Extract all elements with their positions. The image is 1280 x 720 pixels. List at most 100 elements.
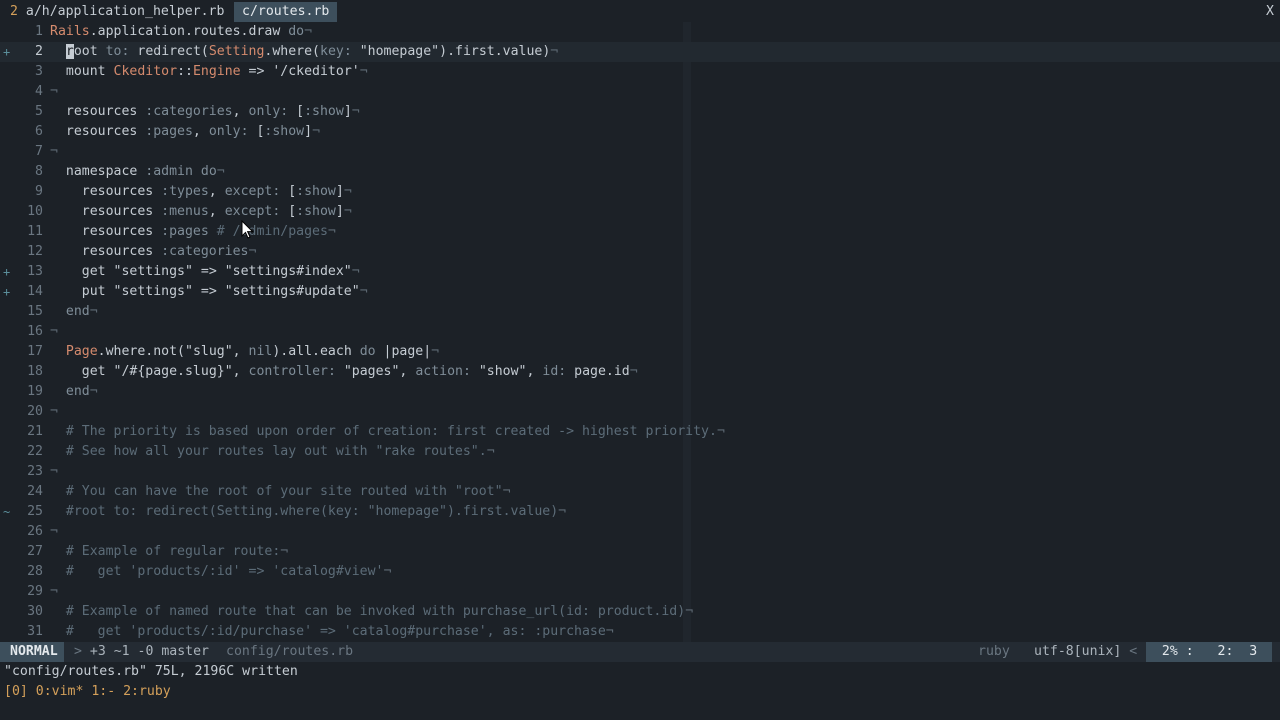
code-line[interactable]: 5 resources :categories, only: [:show]¬ (0, 102, 1280, 122)
code-line[interactable]: 23 ¬ (0, 462, 1280, 482)
code-line[interactable]: +14 put "settings" => "settings#update"¬ (0, 282, 1280, 302)
code-line[interactable]: 9 resources :types, except: [:show]¬ (0, 182, 1280, 202)
code-text[interactable]: ¬ (50, 142, 58, 162)
code-line[interactable]: ~25 #root to: redirect(Setting.where(key… (0, 502, 1280, 522)
code-text[interactable]: # Example of named route that can be inv… (50, 602, 693, 622)
code-line[interactable]: 11 resources :pages # /admin/pages¬ (0, 222, 1280, 242)
code-line[interactable]: 3 mount Ckeditor::Engine => '/ckeditor'¬ (0, 62, 1280, 82)
code-text[interactable]: # get 'products/:id/purchase' => 'catalo… (50, 622, 614, 642)
code-text[interactable]: ¬ (50, 522, 58, 542)
line-number: 14 (27, 284, 43, 299)
code-line[interactable]: 6 resources :pages, only: [:show]¬ (0, 122, 1280, 142)
code-text[interactable]: # The priority is based upon order of cr… (50, 422, 725, 442)
line-number: 17 (27, 344, 43, 359)
code-line[interactable]: 22 # See how all your routes lay out wit… (0, 442, 1280, 462)
line-number: 1 (35, 24, 43, 39)
line-number: 26 (27, 524, 43, 539)
cursor-position: 2% : 2: 3 (1146, 642, 1272, 662)
code-text[interactable]: ¬ (50, 462, 58, 482)
git-branch-info: +3 ~1 -0 master (89, 644, 209, 659)
separator-arrow: > (74, 644, 82, 659)
code-line[interactable]: +2 root to: redirect(Setting.where(key: … (0, 42, 1280, 62)
code-text[interactable]: # See how all your routes lay out with "… (50, 442, 495, 462)
code-line[interactable]: 30 # Example of named route that can be … (0, 602, 1280, 622)
code-text[interactable]: end¬ (50, 382, 98, 402)
code-line[interactable]: 17 Page.where.not("slug", nil).all.each … (0, 342, 1280, 362)
code-text[interactable]: ¬ (50, 582, 58, 602)
line-number: 4 (35, 84, 43, 99)
line-number: 21 (27, 424, 43, 439)
encoding-label: utf-8[unix] (1034, 644, 1122, 659)
line-number: 29 (27, 584, 43, 599)
code-text[interactable]: # Example of regular route:¬ (50, 542, 288, 562)
code-line[interactable]: 24 # You can have the root of your site … (0, 482, 1280, 502)
line-number: 18 (27, 364, 43, 379)
line-number: 9 (35, 184, 43, 199)
line-number: 27 (27, 544, 43, 559)
code-line[interactable]: 28 # get 'products/:id' => 'catalog#view… (0, 562, 1280, 582)
code-text[interactable]: resources :categories, only: [:show]¬ (50, 102, 360, 122)
code-text[interactable]: #root to: redirect(Setting.where(key: "h… (50, 502, 566, 522)
code-text[interactable]: resources :categories¬ (50, 242, 257, 262)
line-number: 28 (27, 564, 43, 579)
code-text[interactable]: namespace :admin do¬ (50, 162, 225, 182)
line-number: 11 (27, 224, 43, 239)
code-line[interactable]: 12 resources :categories¬ (0, 242, 1280, 262)
code-text[interactable]: get "settings" => "settings#index"¬ (50, 262, 360, 282)
code-text[interactable]: end¬ (50, 302, 98, 322)
code-line[interactable]: 26 ¬ (0, 522, 1280, 542)
close-tab-button[interactable]: X (1266, 2, 1274, 22)
code-text[interactable]: get "/#{page.slug}", controller: "pages"… (50, 362, 638, 382)
line-number: 22 (27, 444, 43, 459)
line-number: 24 (27, 484, 43, 499)
code-text[interactable]: root to: redirect(Setting.where(key: "ho… (50, 42, 558, 62)
code-line[interactable]: 19 end¬ (0, 382, 1280, 402)
code-line[interactable]: 27 # Example of regular route:¬ (0, 542, 1280, 562)
code-text[interactable]: resources :pages, only: [:show]¬ (50, 122, 320, 142)
code-text[interactable]: resources :types, except: [:show]¬ (50, 182, 352, 202)
code-text[interactable]: ¬ (50, 322, 58, 342)
separator-arrow: < (1129, 644, 1138, 659)
code-line[interactable]: 7 ¬ (0, 142, 1280, 162)
status-filename: config/routes.rb (226, 644, 354, 659)
line-number: 6 (35, 124, 43, 139)
code-line[interactable]: 31 # get 'products/:id/purchase' => 'cat… (0, 622, 1280, 642)
command-line[interactable]: "config/routes.rb" 75L, 2196C written (0, 662, 298, 682)
line-number: 12 (27, 244, 43, 259)
code-line[interactable]: 8 namespace :admin do¬ (0, 162, 1280, 182)
line-number: 7 (35, 144, 43, 159)
status-encoding: utf-8[unix] < (1034, 642, 1137, 662)
file-percent: 2% (1161, 644, 1178, 659)
code-text[interactable]: Page.where.not("slug", nil).all.each do … (50, 342, 439, 362)
code-line[interactable]: 10 resources :menus, except: [:show]¬ (0, 202, 1280, 222)
code-line[interactable]: 1 Rails.application.routes.draw do¬ (0, 22, 1280, 42)
line-number: 19 (27, 384, 43, 399)
code-text[interactable]: ¬ (50, 82, 58, 102)
status-line: NORMAL > +3 ~1 -0 master config/routes.r… (0, 642, 1280, 662)
code-line[interactable]: 4 ¬ (0, 82, 1280, 102)
line-number: 16 (27, 324, 43, 339)
code-text[interactable]: ¬ (50, 402, 58, 422)
code-text[interactable]: mount Ckeditor::Engine => '/ckeditor'¬ (50, 62, 368, 82)
tab-routes[interactable]: c/routes.rb (234, 2, 338, 22)
code-line[interactable]: 15 end¬ (0, 302, 1280, 322)
editor-buffer[interactable]: 1 Rails.application.routes.draw do¬ +2 roo… (0, 22, 1280, 642)
mode-indicator: NORMAL (0, 642, 64, 662)
code-line[interactable]: 18 get "/#{page.slug}", controller: "pag… (0, 362, 1280, 382)
line-number: 20 (27, 404, 43, 419)
code-line[interactable]: +13 get "settings" => "settings#index"¬ (0, 262, 1280, 282)
line-number: 3 (35, 64, 43, 79)
line-number: 25 (27, 504, 43, 519)
code-text[interactable]: resources :menus, except: [:show]¬ (50, 202, 352, 222)
code-text[interactable]: put "settings" => "settings#update"¬ (50, 282, 368, 302)
code-line[interactable]: 29 ¬ (0, 582, 1280, 602)
code-line[interactable]: 21 # The priority is based upon order of… (0, 422, 1280, 442)
code-line[interactable]: 20 ¬ (0, 402, 1280, 422)
tab-application-helper[interactable]: 2 a/h/application_helper.rb (0, 2, 234, 22)
code-text[interactable]: # get 'products/:id' => 'catalog#view'¬ (50, 562, 392, 582)
line-number: 13 (27, 264, 43, 279)
code-line[interactable]: 16 ¬ (0, 322, 1280, 342)
code-text[interactable]: Rails.application.routes.draw do¬ (50, 22, 312, 42)
code-text[interactable]: resources :pages # /admin/pages¬ (50, 222, 336, 242)
code-text[interactable]: # You can have the root of your site rou… (50, 482, 511, 502)
